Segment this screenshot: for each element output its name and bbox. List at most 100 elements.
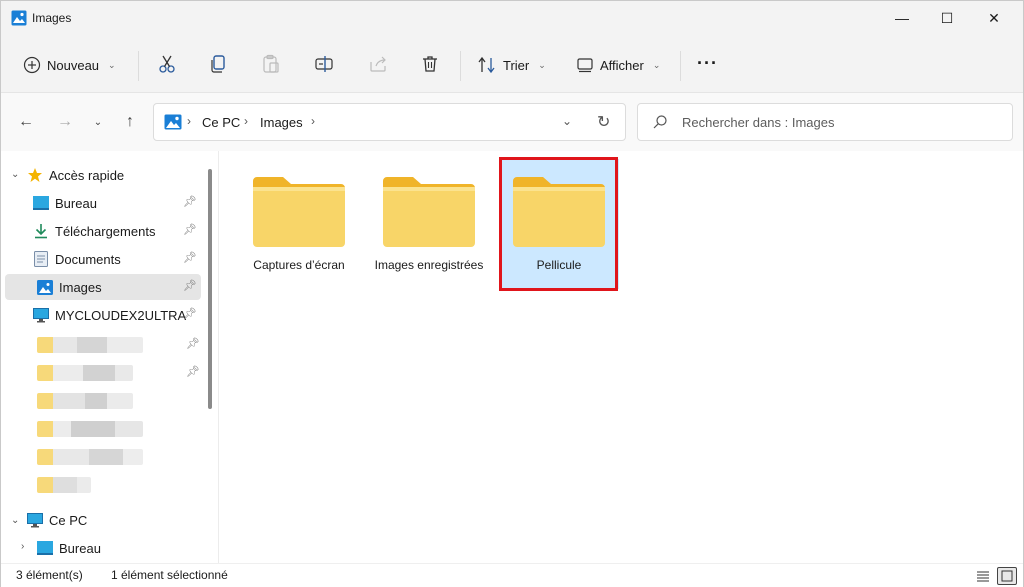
monitor-icon — [33, 307, 49, 323]
sort-icon — [478, 56, 495, 74]
rename-button[interactable] — [313, 53, 335, 75]
folder-item[interactable]: Images enregistrées — [369, 159, 489, 289]
breadcrumb-images[interactable]: Images — [260, 115, 303, 130]
recent-locations-button[interactable]: ⌄ — [87, 111, 109, 133]
sidebar-item-label: Documents — [55, 251, 121, 267]
chevron-down-icon: ⌄ — [652, 59, 661, 70]
redacted-item — [37, 337, 143, 353]
rename-icon — [315, 56, 333, 72]
new-button[interactable]: Nouveau ⌄ — [23, 49, 116, 81]
delete-button[interactable] — [419, 53, 441, 75]
minimize-button[interactable]: — — [879, 1, 925, 35]
chevron-down-icon: ⌄ — [108, 59, 116, 70]
address-bar[interactable]: › Ce PC › Images › ⌄ ↻ — [153, 103, 626, 141]
pictures-icon — [37, 279, 53, 295]
back-button[interactable]: ← — [15, 111, 37, 133]
sidebar-item-bureau[interactable]: Bureau 📌︎ — [33, 190, 201, 216]
scissors-icon — [159, 55, 175, 73]
sidebar-item-images[interactable]: Images 📌︎ — [5, 274, 201, 300]
document-icon — [33, 251, 49, 267]
pin-icon[interactable]: 📌︎ — [183, 195, 197, 208]
sidebar-quick-access[interactable]: Accès rapide — [27, 162, 197, 188]
sidebar-item-label: Bureau — [59, 540, 101, 556]
folder-item-selected[interactable]: Pellicule — [499, 159, 619, 289]
file-explorer-window: Images — ☐ ✕ Nouveau ⌄ Trier ⌄ Afficher … — [0, 0, 1024, 587]
arrow-left-icon: ← — [18, 113, 34, 130]
sidebar-item-label: MYCLOUDEX2ULTRA — [55, 307, 187, 323]
toolbar-separator — [460, 51, 461, 81]
sidebar-item-mycloud[interactable]: MYCLOUDEX2ULTRA 📌︎ — [33, 302, 201, 328]
chevron-down-icon[interactable]: ⌄ — [11, 169, 19, 180]
folder-label: Pellicule — [536, 258, 582, 272]
view-label: Afficher — [600, 57, 644, 73]
window-title: Images — [32, 11, 72, 25]
file-list: Captures d’écran Images enregistrées Pel… — [219, 151, 1023, 563]
pin-icon[interactable]: 📌︎ — [183, 307, 197, 320]
sidebar-item-documents[interactable]: Documents 📌︎ — [33, 246, 201, 272]
arrow-up-icon: ↑ — [126, 113, 134, 130]
chevron-down-icon: ⌄ — [538, 59, 546, 70]
pictures-icon — [11, 10, 27, 26]
chevron-down-icon[interactable]: ⌄ — [11, 515, 19, 526]
view-button[interactable]: Afficher ⌄ — [576, 49, 660, 81]
sidebar-item-this-pc-bureau[interactable]: Bureau — [37, 535, 197, 561]
close-icon: ✕ — [988, 9, 1000, 26]
folder-item[interactable]: Captures d’écran — [239, 159, 359, 289]
download-icon — [33, 223, 49, 239]
redacted-item — [37, 477, 91, 493]
sidebar-item-label: Téléchargements — [55, 223, 156, 239]
forward-button[interactable]: → — [54, 111, 76, 133]
toolbar-separator — [138, 51, 139, 81]
copy-button[interactable] — [208, 53, 230, 75]
sort-button[interactable]: Trier ⌄ — [477, 49, 546, 81]
sidebar-item-label: Accès rapide — [49, 167, 125, 183]
pictures-icon — [164, 114, 182, 130]
maximize-icon: ☐ — [940, 9, 954, 26]
breadcrumb-this-pc[interactable]: Ce PC — [202, 115, 240, 130]
search-placeholder: Rechercher dans : Images — [682, 115, 835, 130]
status-bar: 3 élément(s) 1 élément sélectionné — [1, 563, 1023, 587]
command-bar: Nouveau ⌄ Trier ⌄ Afficher ⌄ ··· — [1, 35, 1023, 93]
selection-count: 1 élément sélectionné — [111, 568, 228, 582]
chevron-down-icon: ⌄ — [93, 116, 103, 128]
sidebar-scrollbar[interactable] — [208, 169, 212, 409]
sidebar-item-label: Images — [59, 279, 102, 295]
pin-icon: 📌︎ — [186, 366, 200, 378]
close-button[interactable]: ✕ — [971, 1, 1017, 35]
large-icons-view-button[interactable] — [997, 567, 1017, 585]
toolbar-separator — [680, 51, 681, 81]
search-box[interactable]: Rechercher dans : Images — [637, 103, 1013, 141]
sidebar-item-downloads[interactable]: Téléchargements 📌︎ — [33, 218, 201, 244]
redacted-item — [37, 365, 133, 381]
list-view-icon — [977, 571, 989, 582]
new-label: Nouveau — [47, 57, 100, 73]
sidebar-item-label: Bureau — [55, 195, 97, 211]
share-button[interactable] — [367, 53, 389, 75]
pin-icon[interactable]: 📌︎ — [183, 251, 197, 264]
search-icon — [653, 115, 667, 129]
sidebar-this-pc[interactable]: Ce PC — [27, 507, 197, 533]
redacted-item — [37, 449, 143, 465]
view-icon — [577, 58, 593, 73]
refresh-icon[interactable]: ↻ — [597, 112, 610, 132]
sort-label: Trier — [503, 57, 530, 73]
desktop-icon — [37, 540, 53, 556]
folder-icon — [253, 177, 345, 247]
chevron-right-icon: › — [187, 114, 191, 128]
up-button[interactable]: ↑ — [119, 111, 141, 133]
paste-button[interactable] — [260, 53, 282, 75]
navigation-bar: ← → ⌄ ↑ › Ce PC › Images › ⌄ ↻ Recherche… — [1, 93, 1023, 151]
title-bar[interactable]: Images — ☐ ✕ — [1, 1, 1023, 35]
maximize-button[interactable]: ☐ — [924, 1, 970, 35]
cut-button[interactable] — [156, 53, 178, 75]
item-count: 3 élément(s) — [16, 568, 83, 582]
pin-icon[interactable]: 📌︎ — [183, 223, 197, 236]
folder-icon — [513, 177, 605, 247]
folder-label: Images enregistrées — [374, 258, 484, 272]
copy-icon — [211, 55, 225, 73]
chevron-right-icon[interactable]: › — [21, 541, 24, 552]
details-view-button[interactable] — [973, 567, 993, 585]
address-dropdown-button[interactable]: ⌄ — [562, 114, 572, 128]
more-options-button[interactable]: ··· — [697, 53, 718, 74]
pin-icon[interactable]: 📌︎ — [183, 279, 197, 292]
